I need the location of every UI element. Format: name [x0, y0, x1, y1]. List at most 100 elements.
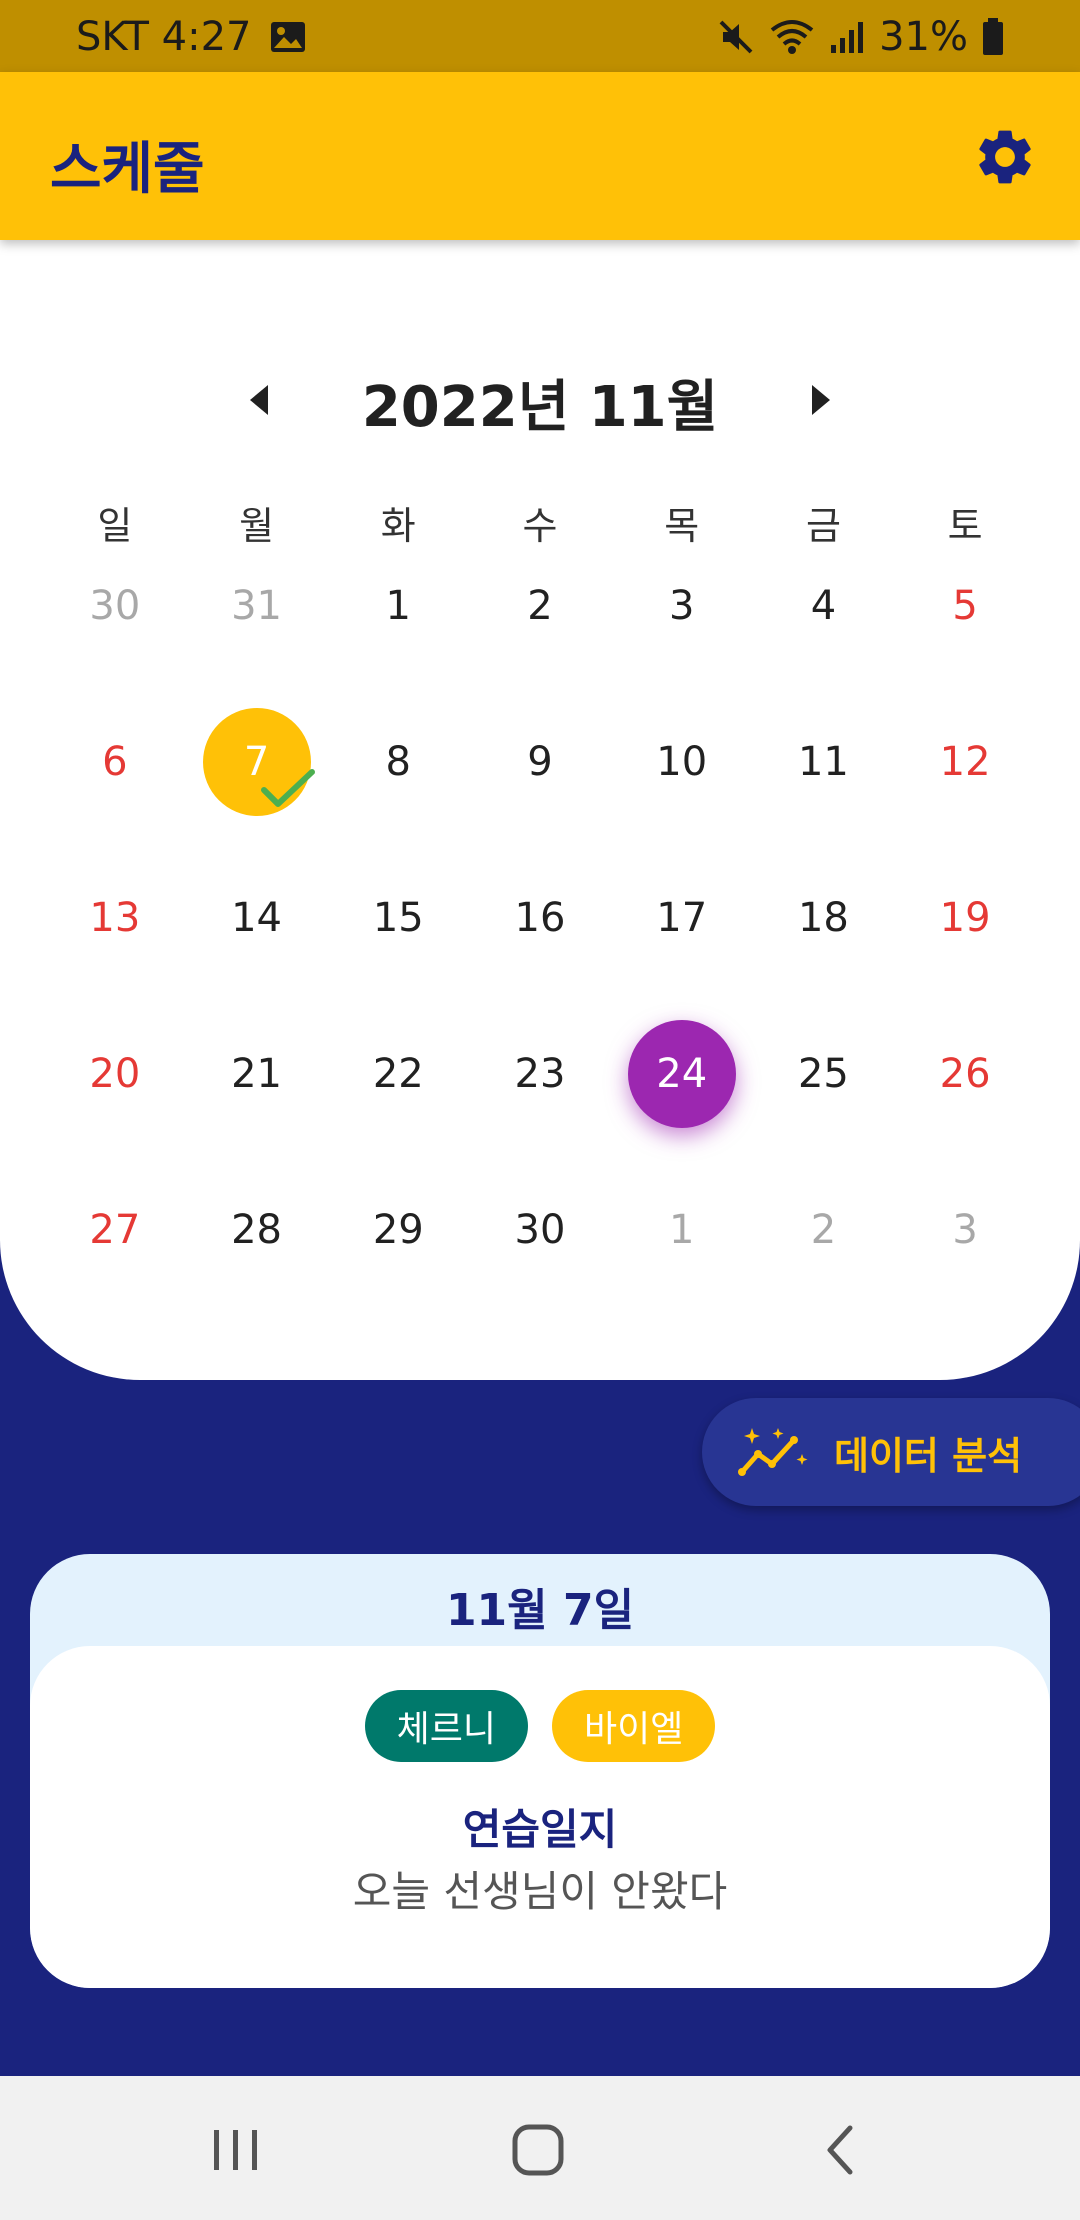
day-number: 2	[527, 583, 553, 629]
recent-apps-icon	[214, 2130, 257, 2170]
app-title: 스케줄	[50, 137, 205, 202]
check-icon	[260, 769, 315, 807]
calendar-day[interactable]: 6	[44, 726, 186, 882]
entry-date: 11월 7일	[445, 1585, 635, 1636]
calendar-day[interactable]: 22	[327, 1038, 469, 1194]
battery-percent: 31%	[879, 14, 968, 60]
day-number: 27	[89, 1207, 141, 1253]
calendar-day[interactable]: 31	[186, 570, 328, 726]
caret-right-icon	[812, 385, 830, 415]
day-number: 11	[797, 739, 849, 785]
home-icon	[512, 2124, 564, 2176]
calendar-day[interactable]: 21	[186, 1038, 328, 1194]
day-number: 17	[656, 895, 708, 941]
battery-icon	[982, 18, 1004, 56]
back-button[interactable]	[800, 2120, 880, 2180]
day-number: 1	[385, 583, 411, 629]
weekday-label: 월	[239, 504, 275, 548]
app-bar: 스케줄	[0, 72, 1080, 240]
day-number: 5	[952, 583, 978, 629]
tag-chip[interactable]: 체르니	[364, 1690, 528, 1762]
calendar-day[interactable]: 5	[894, 570, 1036, 726]
weekday-label: 화	[380, 504, 416, 548]
day-number: 26	[939, 1051, 991, 1097]
data-analysis-button[interactable]: 데이터 분석	[702, 1398, 1080, 1506]
day-number: 3	[668, 583, 695, 629]
calendar-day[interactable]: 11	[753, 726, 895, 882]
calendar-day[interactable]: 12	[894, 726, 1036, 882]
calendar-day[interactable]: 29	[327, 1194, 469, 1350]
next-month-button[interactable]	[790, 375, 850, 425]
home-button[interactable]	[498, 2120, 578, 2180]
calendar-day[interactable]: 8	[327, 726, 469, 882]
day-number: 18	[797, 895, 849, 941]
day-number: 29	[372, 1207, 424, 1253]
sparkle-chart-icon	[738, 1428, 808, 1476]
calendar-day[interactable]: 14	[186, 882, 328, 1038]
settings-button[interactable]	[972, 124, 1038, 190]
calendar-day[interactable]: 17	[611, 882, 753, 1038]
mute-icon	[717, 18, 755, 56]
day-number: 24	[627, 1020, 736, 1128]
calendar-day[interactable]: 16	[469, 882, 611, 1038]
calendar-day[interactable]: 10	[611, 726, 753, 882]
tag-chip[interactable]: 바이엘	[552, 1690, 716, 1762]
calendar-day[interactable]: 20	[44, 1038, 186, 1194]
month-title: 2022년 11월	[361, 375, 719, 440]
day-number: 21	[231, 1051, 283, 1097]
entry-body: 체르니 바이엘 연습일지 오늘 선생님이 안왔다	[30, 1646, 1050, 1988]
day-number: 3	[952, 1207, 978, 1253]
calendar-day[interactable]: 18	[753, 882, 895, 1038]
calendar-day[interactable]: 2	[753, 1194, 895, 1350]
day-number: 14	[231, 895, 283, 941]
practice-entry-card[interactable]: 11월 7일 체르니 바이엘 연습일지 오늘 선생님이 안왔다	[30, 1554, 1050, 1988]
calendar-day[interactable]: 30	[44, 570, 186, 726]
weekday-label: 토	[947, 504, 983, 548]
calendar-day[interactable]: 1	[327, 570, 469, 726]
entry-heading: 연습일지	[462, 1805, 618, 1854]
day-number: 23	[514, 1051, 566, 1097]
weekday-label: 목	[664, 504, 700, 548]
day-number: 9	[527, 739, 553, 785]
month-navigation: 2022년 11월	[0, 350, 1080, 450]
day-number: 2	[810, 1207, 837, 1253]
calendar-day-today[interactable]: 24	[611, 1020, 753, 1194]
day-number: 16	[514, 895, 566, 941]
calendar-day[interactable]: 3	[894, 1194, 1036, 1350]
calendar-day[interactable]: 3	[611, 570, 753, 726]
system-navigation-bar	[0, 2076, 1080, 2220]
weekday-label: 금	[805, 504, 841, 548]
back-icon	[827, 2125, 853, 2175]
data-analysis-label: 데이터 분석	[834, 1433, 1023, 1478]
calendar-day[interactable]: 15	[327, 882, 469, 1038]
day-number: 19	[939, 895, 991, 941]
calendar-day[interactable]: 1	[611, 1194, 753, 1350]
recent-apps-button[interactable]	[196, 2120, 276, 2180]
calendar-day[interactable]: 27	[44, 1194, 186, 1350]
calendar-day[interactable]: 30	[469, 1194, 611, 1350]
day-number: 22	[372, 1051, 424, 1097]
calendar-day[interactable]: 4	[753, 570, 895, 726]
calendar-day[interactable]: 2	[469, 570, 611, 726]
day-number: 4	[810, 583, 837, 629]
entry-text: 오늘 선생님이 안왔다	[352, 1867, 728, 1916]
status-bar: SKT 4:27 31%	[0, 0, 1080, 72]
calendar-day[interactable]: 25	[753, 1038, 895, 1194]
tag-list: 체르니 바이엘	[30, 1690, 1050, 1762]
calendar-day[interactable]: 23	[469, 1038, 611, 1194]
day-number: 12	[939, 739, 991, 785]
calendar-day[interactable]: 19	[894, 882, 1036, 1038]
day-number: 31	[231, 583, 283, 629]
day-number: 28	[231, 1207, 283, 1253]
calendar-day[interactable]: 9	[469, 726, 611, 882]
calendar-day-selected[interactable]: 7	[186, 708, 328, 882]
calendar-day[interactable]: 28	[186, 1194, 328, 1350]
carrier-time: SKT 4:27	[76, 14, 252, 60]
calendar-card: 2022년 11월 일 월 화 수 목 금 토 30 31 1 2 3 4 5 6 7 8 9 10 1…	[0, 240, 1080, 1380]
day-number: 15	[372, 895, 424, 941]
gear-icon	[979, 130, 1031, 184]
calendar-day[interactable]: 26	[894, 1038, 1036, 1194]
day-number: 30	[89, 583, 141, 629]
calendar-day[interactable]: 13	[44, 882, 186, 1038]
day-number: 13	[89, 895, 141, 941]
